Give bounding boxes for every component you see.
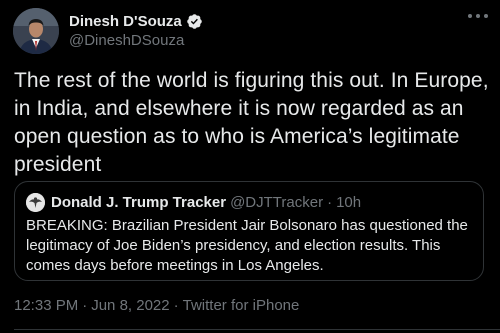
more-options-icon[interactable] [468, 14, 488, 20]
author-block: Dinesh D'Souza @DineshDSouza [69, 11, 203, 49]
quoted-tweet-text: BREAKING: Brazilian President Jair Bolso… [26, 217, 468, 274]
author-handle[interactable]: @DineshDSouza [69, 32, 203, 49]
tweet-text: The rest of the world is figuring this o… [14, 69, 489, 176]
divider [14, 329, 500, 330]
tweet-date[interactable]: Jun 8, 2022 [91, 297, 169, 314]
profile-photo-icon [13, 8, 59, 54]
quoted-author-handle[interactable]: @DJTTracker [230, 194, 323, 211]
tweet-source[interactable]: Twitter for iPhone [183, 297, 300, 314]
quoted-author-name[interactable]: Donald J. Trump Tracker [51, 194, 226, 211]
quoted-tweet-header: Donald J. Trump Tracker @DJTTracker · 10… [26, 193, 361, 212]
meta-separator: · [173, 297, 179, 314]
tweet-time[interactable]: 12:33 PM [14, 297, 78, 314]
author-avatar[interactable] [13, 8, 59, 54]
meta-separator: · [82, 297, 88, 314]
author-name[interactable]: Dinesh D'Souza [69, 13, 182, 30]
quoted-separator: · [327, 194, 333, 211]
quoted-timestamp[interactable]: 10h [336, 194, 361, 211]
eagle-logo-icon [26, 193, 45, 212]
tweet-metadata: 12:33 PM · Jun 8, 2022 · Twitter for iPhone [14, 297, 299, 314]
quoted-author-avatar [26, 193, 45, 212]
tweet: Dinesh D'Souza @DineshDSouza The rest of… [0, 0, 500, 333]
quoted-tweet[interactable]: Donald J. Trump Tracker @DJTTracker · 10… [14, 181, 484, 281]
verified-badge-icon [186, 13, 202, 29]
